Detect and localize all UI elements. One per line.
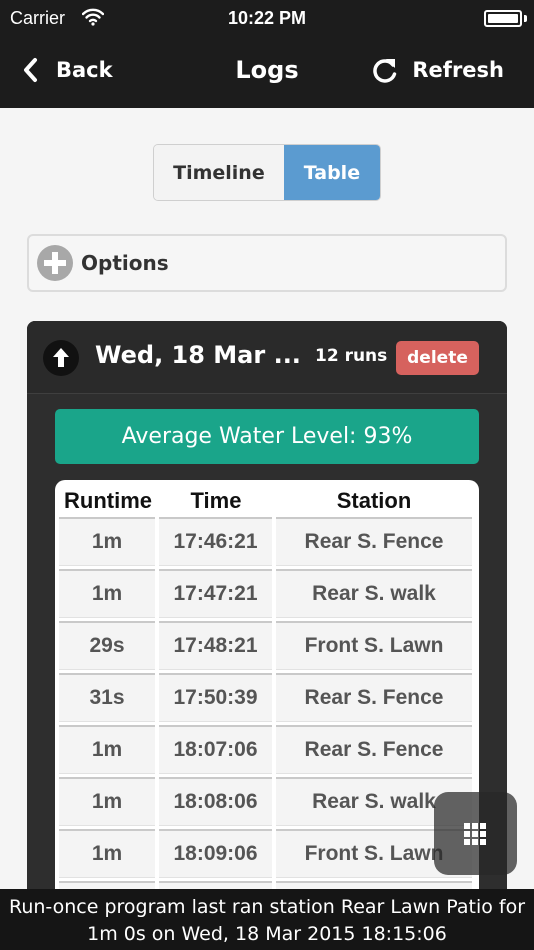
tab-timeline[interactable]: Timeline [154, 145, 284, 200]
view-toggle: Timeline Table [153, 144, 381, 201]
refresh-icon [373, 59, 397, 83]
row-runtime-cell: 29s [59, 621, 155, 670]
options-toggle[interactable]: Options [27, 234, 507, 292]
average-water-level: Average Water Level: 93% [55, 409, 479, 464]
row-time-cell: 18:09:06 [159, 829, 272, 878]
status-footer: Run-once program last ran station Rear L… [0, 889, 534, 950]
delete-button[interactable]: delete [396, 341, 479, 375]
column-header-runtime: Runtime [64, 488, 152, 513]
arrow-up-icon [53, 348, 69, 367]
run-count: 12 runs [315, 346, 388, 366]
row-time-cell: 17:48:21 [159, 621, 272, 670]
refresh-button[interactable]: Refresh [372, 52, 504, 88]
status-bar: Carrier 10:22 PM [0, 0, 534, 38]
clock: 10:22 PM [227, 8, 307, 28]
row-time-cell: 17:46:21 [159, 517, 272, 566]
row-runtime-cell: 1m [59, 777, 155, 826]
menu-button[interactable] [434, 792, 517, 875]
refresh-label: Refresh [412, 58, 504, 82]
row-time-cell: 17:47:21 [159, 569, 272, 618]
footer-line-1: Run-once program last ran station Rear L… [8, 896, 526, 918]
row-runtime-cell: 1m [59, 569, 155, 618]
log-day-header: Wed, 18 Mar ... 12 runs delete [27, 321, 507, 394]
column-header-station: Station [336, 488, 412, 513]
grid-icon [464, 823, 486, 845]
battery-icon [484, 10, 522, 27]
row-station-cell: Front S. Lawn [276, 621, 472, 670]
row-station-cell: Rear S. walk [276, 569, 472, 618]
log-date: Wed, 18 Mar ... [95, 341, 301, 369]
log-table: Runtime Time Station 1m 17:46:21 Rear S.… [55, 480, 479, 950]
top-bar: Carrier 10:22 PM Back Logs Refresh [0, 0, 534, 108]
row-runtime-cell: 1m [59, 725, 155, 774]
row-runtime-cell: 1m [59, 517, 155, 566]
row-time-cell: 18:07:06 [159, 725, 272, 774]
battery-tip [524, 15, 527, 22]
row-time-cell: 17:50:39 [159, 673, 272, 722]
row-station-cell: Rear S. Fence [276, 725, 472, 774]
row-station-cell: Rear S. Fence [276, 673, 472, 722]
footer-line-2: 1m 0s on Wed, 18 Mar 2015 18:15:06 [87, 923, 447, 945]
row-station-cell: Rear S. Fence [276, 517, 472, 566]
row-time-cell: 18:08:06 [159, 777, 272, 826]
row-runtime-cell: 1m [59, 829, 155, 878]
plus-circle-icon [37, 245, 73, 281]
collapse-button[interactable] [43, 340, 79, 376]
row-runtime-cell: 31s [59, 673, 155, 722]
column-header-time: Time [190, 488, 242, 513]
tab-table[interactable]: Table [283, 145, 380, 200]
options-label: Options [81, 251, 169, 275]
